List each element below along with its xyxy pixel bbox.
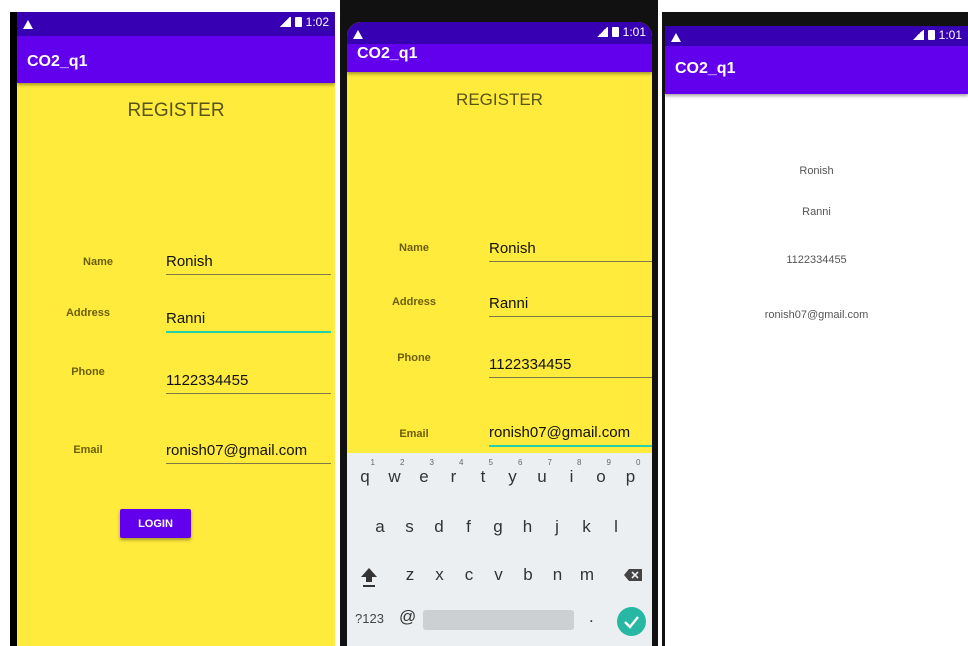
key-k[interactable]: k — [574, 517, 600, 537]
key-x[interactable]: x — [427, 565, 453, 585]
at-key[interactable]: @ — [399, 607, 416, 627]
status-bar: 1:02 — [17, 12, 335, 36]
signal-icon — [911, 30, 924, 40]
key-u[interactable]: u7 — [529, 458, 555, 487]
key-w[interactable]: w2 — [382, 458, 408, 487]
key-b[interactable]: b — [515, 565, 541, 585]
key-a[interactable]: a — [367, 517, 393, 537]
email-field[interactable]: ronish07@gmail.com — [489, 420, 652, 447]
status-time: 1:02 — [305, 15, 329, 29]
soft-keyboard: q1w2e3r4t5y6u7i8o9p0 asdfghjkl zxcvbnm ?… — [347, 453, 652, 646]
screen-results: 1:01 CO2_q1 Ronish Ranni 1122334455 roni… — [662, 12, 968, 646]
name-label: Name — [399, 242, 429, 254]
signal-icon — [595, 27, 608, 37]
warning-icon — [671, 33, 681, 42]
signal-icon — [278, 17, 291, 27]
battery-icon — [927, 30, 935, 40]
phone-field[interactable]: 1122334455 — [166, 362, 331, 394]
name-field[interactable]: Ronish — [489, 234, 652, 262]
result-name: Ronish — [799, 165, 834, 177]
key-t[interactable]: t5 — [470, 458, 496, 487]
checkmark-icon — [624, 616, 639, 629]
key-q[interactable]: q1 — [352, 458, 378, 487]
key-f[interactable]: f — [456, 517, 482, 537]
key-m[interactable]: m — [574, 565, 600, 585]
screen-register: 1:02 CO2_q1 REGISTER Name Ronish Address… — [10, 12, 335, 646]
key-g[interactable]: g — [485, 517, 511, 537]
key-z[interactable]: z — [397, 565, 423, 585]
status-bar: 1:01 — [665, 26, 968, 46]
address-label: Address — [391, 296, 437, 308]
status-time: 1:01 — [622, 25, 646, 39]
battery-icon — [611, 27, 619, 37]
key-s[interactable]: s — [397, 517, 423, 537]
key-h[interactable]: h — [515, 517, 541, 537]
period-key[interactable]: . — [589, 607, 594, 627]
key-e[interactable]: e3 — [411, 458, 437, 487]
app-bar: CO2_q1 — [347, 44, 652, 72]
backspace-icon — [624, 569, 642, 581]
phone-label: Phone — [397, 352, 431, 364]
done-key[interactable] — [617, 607, 646, 636]
name-label: Name — [83, 256, 113, 268]
register-heading: REGISTER — [127, 100, 225, 121]
result-email: ronish07@gmail.com — [764, 309, 869, 321]
status-bar: 1:01 — [347, 22, 652, 44]
key-c[interactable]: c — [456, 565, 482, 585]
phone-field[interactable]: 1122334455 — [489, 346, 652, 378]
key-v[interactable]: v — [486, 565, 512, 585]
name-field[interactable]: Ronish — [166, 246, 331, 275]
app-bar: CO2_q1 — [17, 36, 335, 83]
screen-register-keyboard: 1:01 CO2_q1 REGISTER Name Ronish Address… — [340, 0, 658, 646]
key-o[interactable]: o9 — [588, 458, 614, 487]
email-field[interactable]: ronish07@gmail.com — [166, 432, 331, 464]
backspace-key[interactable] — [623, 566, 643, 584]
battery-icon — [294, 17, 302, 27]
register-heading: REGISTER — [456, 90, 543, 109]
address-label: Address — [65, 307, 111, 319]
app-title: CO2_q1 — [357, 45, 418, 62]
warning-icon — [23, 20, 33, 29]
address-field[interactable]: Ranni — [166, 302, 331, 333]
status-time: 1:01 — [938, 28, 962, 42]
result-address: Ranni — [802, 206, 831, 218]
key-l[interactable]: l — [603, 517, 629, 537]
key-r[interactable]: r4 — [441, 458, 467, 487]
result-phone: 1122334455 — [786, 254, 847, 266]
key-p[interactable]: p0 — [618, 458, 644, 487]
key-d[interactable]: d — [426, 517, 452, 537]
login-button[interactable]: LOGIN — [120, 509, 191, 538]
app-title: CO2_q1 — [675, 60, 736, 77]
key-j[interactable]: j — [544, 517, 570, 537]
address-field[interactable]: Ranni — [489, 288, 652, 317]
symbols-key[interactable]: ?123 — [355, 611, 384, 626]
shift-icon — [361, 568, 377, 587]
phone-label: Phone — [71, 366, 105, 378]
email-label: Email — [73, 444, 103, 456]
key-y[interactable]: y6 — [500, 458, 526, 487]
app-bar: CO2_q1 — [665, 46, 968, 94]
key-n[interactable]: n — [545, 565, 571, 585]
app-title: CO2_q1 — [27, 53, 88, 70]
warning-icon — [353, 30, 363, 39]
shift-key[interactable] — [359, 566, 379, 588]
spacebar[interactable] — [423, 610, 574, 630]
key-i[interactable]: i8 — [559, 458, 585, 487]
email-label: Email — [399, 428, 429, 440]
